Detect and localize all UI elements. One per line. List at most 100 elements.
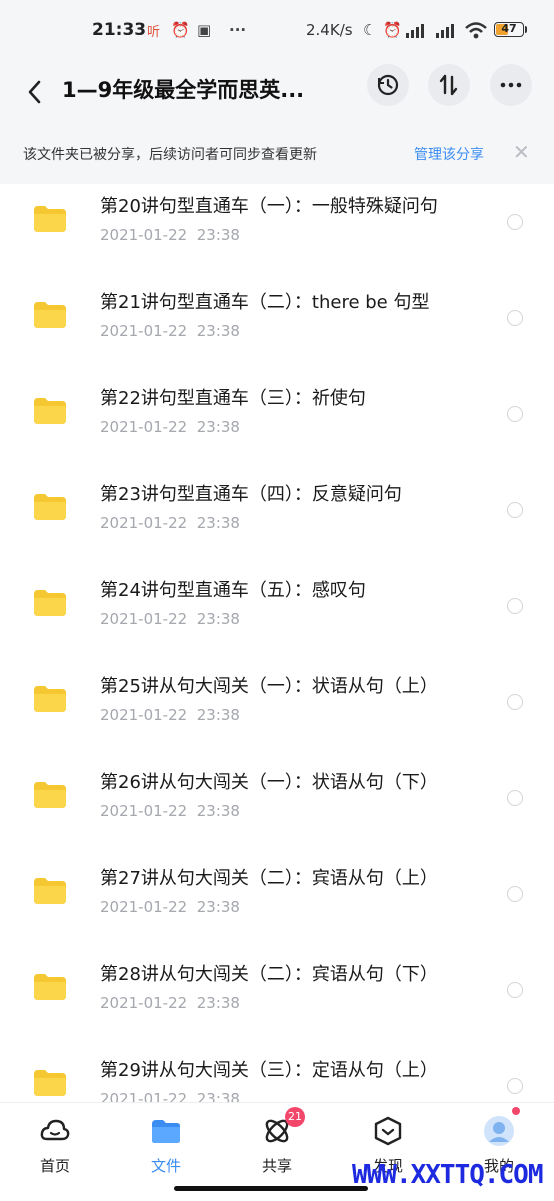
file-name: 第21讲句型直通车（二）：there be 句型 [100,292,430,313]
history-button[interactable] [367,64,409,106]
folder-icon [34,782,66,808]
folder-icon [34,878,66,904]
file-list-item[interactable]: 第25讲从句大闯关（一）：状语从句（上） 2021-01-22 23:38 [0,664,554,760]
share-badge: 21 [285,1107,305,1127]
cloud-home-icon [40,1119,70,1141]
file-list-item[interactable]: 第21讲句型直通车（二）：there be 句型 2021-01-22 23:38 [0,280,554,376]
select-checkbox[interactable] [507,406,523,422]
nav-home[interactable]: 首页 [0,1103,110,1201]
file-time: 23:38 [196,898,240,916]
file-time: 23:38 [196,322,240,340]
file-date: 2021-01-22 [100,802,188,820]
file-time: 23:38 [196,418,240,436]
file-name: 第20讲句型直通车（一）：一般特殊疑问句 [100,196,438,217]
file-time: 23:38 [196,802,240,820]
file-list-item[interactable]: 第28讲从句大闯关（二）：宾语从句（下） 2021-01-22 23:38 [0,952,554,1048]
file-time: 23:38 [196,610,240,628]
file-date: 2021-01-22 [100,994,188,1012]
page-title: 1—9年级最全学而思英... [62,78,305,102]
watermark-text: WWW.XXTTQ.COM [352,1160,543,1190]
file-time: 23:38 [196,514,240,532]
file-modified-time: 2021-01-22 23:38 [100,898,240,916]
file-name: 第26讲从句大闯关（一）：状语从句（下） [100,772,438,793]
history-icon [377,74,399,96]
folder-icon [34,974,66,1000]
close-notice-button[interactable]: ✕ [513,140,530,164]
share-notice-message: 该文件夹已被分享，后续访问者可同步查看更新 [23,147,317,163]
file-modified-time: 2021-01-22 23:38 [100,514,240,532]
file-date: 2021-01-22 [100,514,188,532]
file-list-item[interactable]: 第24讲句型直通车（五）：感叹句 2021-01-22 23:38 [0,568,554,664]
select-checkbox[interactable] [507,598,523,614]
select-checkbox[interactable] [507,790,523,806]
back-arrow-icon [28,80,41,104]
file-modified-time: 2021-01-22 23:38 [100,322,240,340]
manage-share-link[interactable]: 管理该分享 [414,144,484,164]
app-notification-icon: ▣ [197,21,212,39]
signal-icon-2 [436,24,454,38]
wifi-icon [465,22,487,39]
network-speed: 2.4K/s [306,21,353,39]
file-time: 23:38 [196,706,240,724]
file-date: 2021-01-22 [100,706,188,724]
file-date: 2021-01-22 [100,1090,188,1102]
file-date: 2021-01-22 [100,610,188,628]
app-header: 1—9年级最全学而思英... [0,64,554,122]
select-checkbox[interactable] [507,694,523,710]
file-modified-time: 2021-01-22 23:38 [100,610,240,628]
file-modified-time: 2021-01-22 23:38 [100,994,240,1012]
file-name: 第25讲从句大闯关（一）：状语从句（上） [100,676,438,697]
home-indicator[interactable] [174,1186,368,1191]
alarm-small-icon: ⏰ [383,21,402,39]
back-button[interactable] [20,72,50,112]
select-checkbox[interactable] [507,214,523,230]
select-checkbox[interactable] [507,982,523,998]
more-button[interactable] [490,64,532,106]
nav-home-label: 首页 [39,1157,70,1175]
select-checkbox[interactable] [507,886,523,902]
file-time: 23:38 [196,1090,240,1102]
folder-icon [34,398,66,424]
alarm-icon: ⏰ [171,21,190,39]
file-name: 第27讲从句大闯关（二）：宾语从句（上） [100,868,438,889]
signal-icon [406,24,424,38]
battery-indicator: 47 [494,22,524,37]
file-modified-time: 2021-01-22 23:38 [100,1090,240,1102]
discover-box-icon [374,1116,402,1146]
file-date: 2021-01-22 [100,418,188,436]
select-checkbox[interactable] [507,310,523,326]
status-time: 21:33 [92,20,147,40]
file-modified-time: 2021-01-22 23:38 [100,706,240,724]
folder-icon [34,686,66,712]
file-list-item[interactable]: 第29讲从句大闯关（三）：定语从句（上） 2021-01-22 23:38 [0,1048,554,1102]
file-list-item[interactable]: 第26讲从句大闯关（一）：状语从句（下） 2021-01-22 23:38 [0,760,554,856]
battery-tip [525,26,527,33]
file-list-item[interactable]: 第23讲句型直通车（四）：反意疑问句 2021-01-22 23:38 [0,472,554,568]
nav-share-label: 共享 [261,1157,292,1175]
file-name: 第24讲句型直通车（五）：感叹句 [100,580,366,601]
notification-app-icon: 听 [147,25,161,40]
file-date: 2021-01-22 [100,322,188,340]
file-modified-time: 2021-01-22 23:38 [100,418,240,436]
avatar-icon [484,1116,514,1146]
file-list-item[interactable]: 第20讲句型直通车（一）：一般特殊疑问句 2021-01-22 23:38 [0,184,554,280]
sort-icon [439,74,458,96]
folder-icon [34,206,66,232]
file-time: 23:38 [196,994,240,1012]
sort-button[interactable] [428,64,470,106]
moon-icon: ☾ [363,21,377,39]
file-modified-time: 2021-01-22 23:38 [100,226,240,244]
select-checkbox[interactable] [507,502,523,518]
file-date: 2021-01-22 [100,898,188,916]
folder-icon [34,590,66,616]
file-name: 第23讲句型直通车（四）：反意疑问句 [100,484,402,505]
share-notice-bar: 该文件夹已被分享，后续访问者可同步查看更新 管理该分享 ✕ [0,122,554,184]
file-modified-time: 2021-01-22 23:38 [100,802,240,820]
file-date: 2021-01-22 [100,226,188,244]
folder-icon [34,1070,66,1096]
file-list-item[interactable]: 第27讲从句大闯关（二）：宾语从句（上） 2021-01-22 23:38 [0,856,554,952]
select-checkbox[interactable] [507,1078,523,1094]
profile-notification-dot [512,1107,520,1115]
file-name: 第29讲从句大闯关（三）：定语从句（上） [100,1060,438,1081]
file-list-item[interactable]: 第22讲句型直通车（三）：祈使句 2021-01-22 23:38 [0,376,554,472]
